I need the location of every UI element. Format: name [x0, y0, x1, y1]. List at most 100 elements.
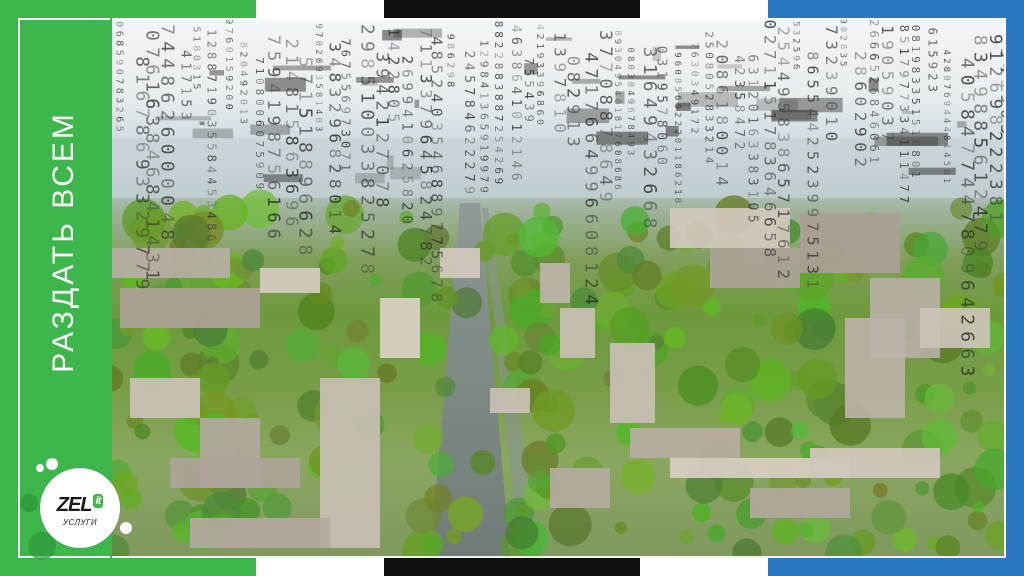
code-bar — [263, 174, 303, 183]
code-digit: 9 — [997, 79, 1006, 89]
code-digit: 1 — [508, 99, 523, 107]
code-digit: 4 — [731, 55, 746, 63]
code-digit: 1 — [878, 25, 897, 35]
code-digit: 9 — [822, 86, 841, 96]
building — [380, 298, 420, 358]
code-digit: 0 — [612, 150, 622, 155]
tree-canopy — [724, 347, 761, 383]
code-digit: 9 — [997, 94, 1006, 104]
code-digit: 8 — [114, 88, 125, 94]
code-digit: 8 — [625, 56, 635, 61]
code-bar — [719, 85, 771, 92]
code-digit: 6 — [791, 64, 801, 69]
code-digit: 4 — [774, 57, 793, 67]
code-digit: 2 — [461, 137, 476, 145]
code-digit: 1 — [774, 254, 793, 264]
code-digit: 2 — [702, 31, 715, 38]
tree-canopy — [772, 518, 799, 545]
code-digit: 7 — [897, 93, 911, 100]
code-digit: 4 — [157, 212, 178, 223]
code-digit: 8 — [713, 70, 732, 80]
code-digit: 9 — [238, 80, 249, 86]
code-digit: 7 — [774, 224, 793, 234]
code-digit: 3 — [612, 47, 622, 52]
code-digit: 7 — [774, 193, 793, 203]
code-digit: 8 — [639, 218, 660, 229]
tree-canopy — [424, 484, 453, 513]
tree-canopy — [614, 521, 628, 535]
banner-title: РАЗДАТЬ ВСЕМ — [47, 111, 80, 373]
code-digit: 2 — [492, 52, 505, 59]
code-digit: 7 — [338, 61, 352, 68]
code-digit: 2 — [492, 42, 505, 49]
code-digit: 6 — [338, 50, 352, 57]
code-digit: 6 — [492, 167, 505, 174]
code-digit: 8 — [744, 166, 759, 174]
code-bar — [908, 167, 956, 175]
code-digit: 4 — [478, 82, 491, 89]
code-digit: 5 — [114, 50, 125, 56]
code-digit: 2 — [985, 163, 1005, 173]
code-digit: 4 — [803, 123, 821, 132]
code-bar — [390, 167, 421, 180]
code-digit: 4 — [508, 161, 523, 169]
code-digit: 5 — [492, 136, 505, 143]
code-bar — [572, 78, 601, 84]
code-digit: 3 — [803, 265, 821, 274]
code-digit: 0 — [325, 194, 344, 204]
code-digit: 2 — [956, 314, 977, 325]
code-digit: 5 — [791, 21, 801, 26]
code-digit: 7 — [357, 246, 378, 257]
code-digit: 6 — [774, 163, 793, 173]
code-digit: 5 — [223, 66, 234, 72]
building — [260, 268, 320, 293]
code-digit: 4 — [325, 225, 344, 235]
tree-canopy — [540, 303, 555, 318]
tree-canopy — [377, 363, 397, 383]
code-digit: 1 — [313, 100, 323, 105]
code-digit: 5 — [428, 65, 446, 74]
code-digit: 2 — [941, 58, 951, 63]
tree-canopy — [621, 458, 656, 494]
code-digit: 2 — [372, 133, 392, 143]
code-digit: 5 — [461, 75, 476, 83]
code-digit: 6 — [534, 110, 545, 116]
code-digit: 1 — [803, 251, 821, 260]
tree-canopy — [420, 531, 444, 556]
code-digit: 3 — [205, 200, 219, 207]
code-digit: 8 — [372, 197, 392, 207]
code-bar — [868, 78, 879, 92]
tree-canopy — [732, 538, 762, 558]
code-digit: 1 — [713, 161, 732, 171]
code-digit: 1 — [325, 209, 344, 219]
strip-white — [640, 0, 768, 18]
code-digit: 0 — [744, 203, 759, 211]
code-digit: 1 — [985, 212, 1005, 222]
code-digit: 3 — [897, 116, 911, 123]
code-digit: 6 — [672, 61, 682, 66]
code-digit: 8 — [114, 40, 125, 46]
code-digit: 8 — [294, 159, 315, 170]
tree-canopy — [791, 421, 809, 440]
code-digit: 7 — [654, 108, 669, 116]
code-digit: 6 — [956, 348, 977, 359]
code-bar — [272, 65, 331, 71]
code-bar — [546, 37, 573, 41]
code-digit: 0 — [398, 215, 414, 223]
code-digit: 1 — [897, 48, 911, 55]
code-digit: 1 — [744, 116, 759, 124]
code-digit: 1 — [478, 145, 491, 152]
code-digit: 8 — [985, 196, 1005, 206]
code-digit: 9 — [223, 18, 234, 24]
code-digit: 6 — [338, 95, 352, 102]
building — [750, 488, 850, 518]
code-bar — [264, 77, 306, 92]
code-digit: 3 — [522, 103, 536, 110]
code-digit: 1 — [672, 189, 682, 194]
code-digit: 0 — [223, 94, 234, 100]
tree-canopy — [933, 473, 970, 510]
code-bar — [566, 108, 610, 124]
code-digit: 3 — [926, 85, 940, 92]
code-digit: 4 — [428, 151, 446, 160]
tree-canopy — [110, 365, 124, 392]
